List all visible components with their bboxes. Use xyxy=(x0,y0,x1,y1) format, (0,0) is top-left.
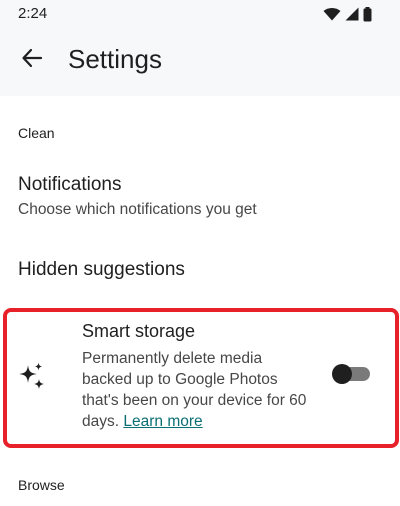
section-header-clean: Clean xyxy=(18,125,55,141)
status-icons xyxy=(323,6,372,22)
arrow-back-icon xyxy=(21,47,43,74)
wifi-icon xyxy=(323,7,341,21)
notifications-subtitle: Choose which notifications you get xyxy=(18,201,257,218)
cell-signal-icon xyxy=(345,7,359,21)
toggle-thumb xyxy=(332,364,352,384)
notifications-setting[interactable]: Notifications Choose which notifications… xyxy=(0,160,400,228)
hidden-suggestions-setting[interactable]: Hidden suggestions xyxy=(0,244,400,294)
status-time: 2:24 xyxy=(18,5,48,22)
hidden-suggestions-title: Hidden suggestions xyxy=(18,259,185,280)
app-bar: Settings xyxy=(0,34,400,84)
back-button[interactable] xyxy=(14,42,50,78)
battery-icon xyxy=(363,6,372,22)
smart-storage-title: Smart storage xyxy=(82,321,196,341)
smart-storage-toggle[interactable] xyxy=(332,364,370,384)
section-header-browse: Browse xyxy=(18,477,65,493)
sparkle-icon xyxy=(18,362,46,390)
page-title: Settings xyxy=(68,44,162,74)
status-bar: 2:24 xyxy=(0,0,400,30)
top-area: 2:24 Settings xyxy=(0,0,400,96)
learn-more-link[interactable]: Learn more xyxy=(123,413,202,430)
smart-storage-description: Permanently delete media backed up to Go… xyxy=(82,348,312,432)
notifications-title: Notifications xyxy=(18,174,122,195)
smart-storage-setting[interactable]: Smart storage Permanently delete media b… xyxy=(0,312,400,444)
